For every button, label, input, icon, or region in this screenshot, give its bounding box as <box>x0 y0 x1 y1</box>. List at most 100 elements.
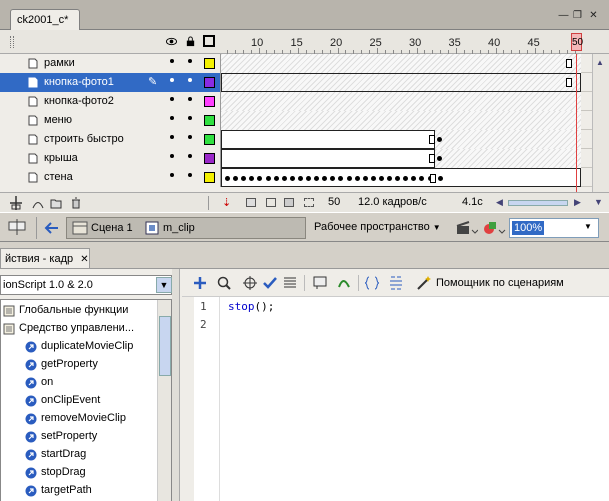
auto-format-icon[interactable] <box>282 275 298 291</box>
tree-item[interactable]: onClipEvent <box>1 392 157 410</box>
keyframe[interactable] <box>297 176 303 181</box>
actions-panel-tab[interactable]: йствия - кадр ✕ <box>0 248 90 268</box>
layer-row[interactable]: крыша <box>0 149 609 168</box>
close-icon[interactable]: ✕ <box>588 10 599 21</box>
keyframe[interactable] <box>322 176 328 181</box>
onion-markers-icon[interactable] <box>304 198 314 207</box>
collapse-between-braces-icon[interactable] <box>364 275 380 291</box>
keyframe[interactable] <box>370 176 376 181</box>
insert-layer-icon[interactable] <box>8 195 24 211</box>
tree-item[interactable]: on <box>1 374 157 392</box>
outline-icon[interactable] <box>203 35 215 47</box>
layer-row[interactable]: кнопка-фото2 <box>0 92 609 111</box>
keyframe[interactable] <box>437 156 442 161</box>
keyframe[interactable] <box>419 176 425 181</box>
trash-icon[interactable] <box>70 197 82 209</box>
layer-frames[interactable] <box>221 54 581 73</box>
toolbox-scroll-thumb[interactable] <box>159 316 171 376</box>
keyframe[interactable] <box>233 176 239 181</box>
frame-end-marker[interactable] <box>566 59 572 68</box>
tree-item[interactable]: getProperty <box>1 356 157 374</box>
visibility-toggle[interactable] <box>170 154 174 158</box>
outline-color-swatch[interactable] <box>204 153 215 164</box>
playhead[interactable]: 50 <box>571 33 583 51</box>
keyframe[interactable] <box>257 176 263 181</box>
layer-name[interactable]: меню <box>44 114 72 126</box>
timeline-toggle-icon[interactable] <box>8 218 26 236</box>
layer-name[interactable]: стена <box>44 171 73 183</box>
keyframe[interactable] <box>437 137 442 142</box>
minimize-icon[interactable]: — <box>558 10 569 21</box>
layer-header[interactable]: стена <box>0 168 221 187</box>
layer-frames[interactable] <box>221 73 581 92</box>
lock-toggle[interactable] <box>188 154 192 158</box>
outline-color-swatch[interactable] <box>204 58 215 69</box>
frame-ruler[interactable]: 10 15 20 25 30 35 40 45 <box>221 30 581 54</box>
code-line[interactable]: stop(); <box>228 300 274 313</box>
visibility-toggle[interactable] <box>170 59 174 63</box>
visibility-toggle[interactable] <box>170 173 174 177</box>
check-syntax-icon[interactable] <box>262 275 278 291</box>
scroll-up-icon[interactable]: ▲ <box>596 58 604 67</box>
layer-row[interactable]: рамки <box>0 54 609 73</box>
frame-end-marker[interactable] <box>430 174 436 183</box>
edit-symbols-icon[interactable] <box>482 219 506 237</box>
layer-row[interactable]: стена <box>0 168 609 187</box>
back-arrow-icon[interactable] <box>44 220 60 236</box>
tree-item[interactable]: targetPath <box>1 482 157 500</box>
layer-name[interactable]: крыша <box>44 152 78 164</box>
layer-frames[interactable] <box>221 111 581 130</box>
outline-color-swatch[interactable] <box>204 134 215 145</box>
layer-frames[interactable] <box>221 92 581 111</box>
keyframe[interactable] <box>387 176 392 181</box>
layer-row[interactable]: строить быстро <box>0 130 609 149</box>
layer-frames[interactable] <box>221 168 581 187</box>
keyframe[interactable] <box>346 176 352 181</box>
layer-header[interactable]: строить быстро <box>0 130 221 149</box>
keyframe[interactable] <box>330 176 336 181</box>
keyframe[interactable] <box>362 176 368 181</box>
layer-header[interactable]: рамки <box>0 54 221 73</box>
layer-name[interactable]: кнопка-фото2 <box>44 95 114 107</box>
code-hint-icon[interactable] <box>312 275 328 291</box>
visibility-toggle[interactable] <box>170 116 174 120</box>
keyframe[interactable] <box>306 176 311 181</box>
onion-outline-icon[interactable] <box>266 198 276 207</box>
script-assist-button[interactable]: Помощник по сценариям <box>436 277 564 289</box>
keyframe[interactable] <box>289 176 295 181</box>
onion-skin-icon[interactable] <box>246 198 256 207</box>
edit-multiple-frames-icon[interactable] <box>284 198 294 207</box>
keyframe[interactable] <box>403 176 409 181</box>
close-icon[interactable]: ✕ <box>80 254 88 265</box>
scroll-right-icon[interactable]: ▶ <box>574 197 581 208</box>
layer-frames[interactable] <box>221 149 581 168</box>
keyframe[interactable] <box>225 176 230 181</box>
layer-header[interactable]: кнопка-фото2 <box>0 92 221 111</box>
outline-color-swatch[interactable] <box>204 115 215 126</box>
tree-item[interactable]: removeMovieClip <box>1 410 157 428</box>
chevron-down-icon[interactable]: ▼ <box>156 277 172 293</box>
keyframe[interactable] <box>281 176 287 181</box>
document-tab[interactable]: ck2001_c* <box>10 9 80 31</box>
layer-name[interactable]: строить быстро <box>44 133 124 145</box>
visibility-toggle[interactable] <box>170 97 174 101</box>
layer-header[interactable]: кнопка-фото1 ✎ <box>0 73 221 92</box>
zoom-value[interactable]: 100% <box>512 221 545 235</box>
breadcrumb-scene[interactable]: Сцена 1 <box>91 222 133 234</box>
lock-toggle[interactable] <box>188 97 192 101</box>
timeline-hscroll-thumb[interactable] <box>508 200 568 206</box>
lock-toggle[interactable] <box>188 59 192 63</box>
outline-color-swatch[interactable] <box>204 77 215 88</box>
lock-toggle[interactable] <box>188 116 192 120</box>
keyframe[interactable] <box>395 176 401 181</box>
keyframe[interactable] <box>249 176 255 181</box>
grip-icon[interactable] <box>10 36 14 48</box>
zoom-select[interactable]: 100% ▼ <box>509 218 599 238</box>
tree-item[interactable]: Средство управлени... <box>1 320 157 338</box>
add-item-icon[interactable] <box>192 275 208 291</box>
keyframe[interactable] <box>354 176 360 181</box>
lock-toggle[interactable] <box>188 78 192 82</box>
tree-item[interactable]: stopDrag <box>1 464 157 482</box>
insert-folder-icon[interactable] <box>50 197 62 209</box>
frame-span[interactable] <box>221 73 581 92</box>
